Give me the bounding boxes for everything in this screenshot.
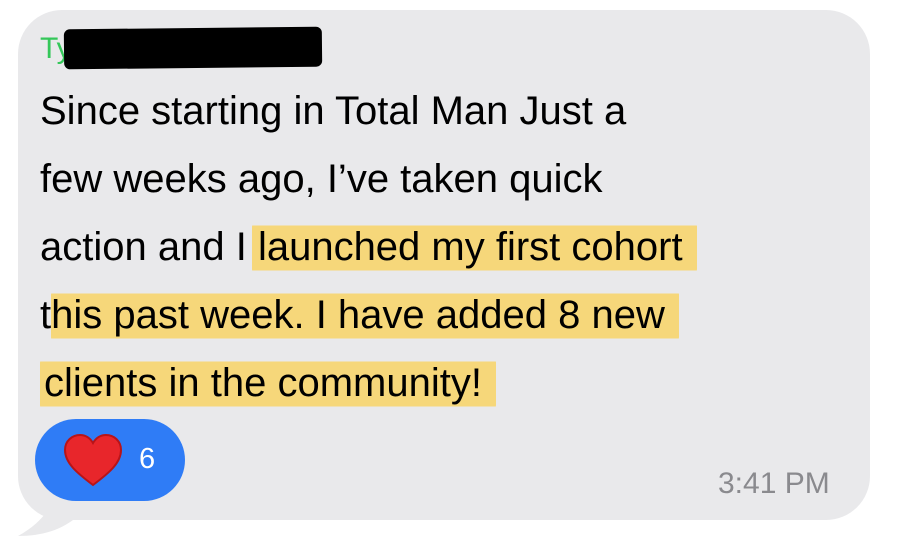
message-line: this past week. I have added 8 new — [40, 281, 860, 349]
line-text: few weeks ago, I’ve taken quick — [40, 157, 603, 201]
line-highlight: clients in the community! — [40, 357, 496, 411]
line-highlight: his past week. I have added 8 new — [51, 289, 679, 343]
redaction-bar — [63, 26, 322, 70]
reaction-button[interactable]: 6 — [35, 419, 185, 501]
line-text: action and I — [40, 225, 258, 269]
line-text: Since starting in Total Man Just a — [40, 89, 627, 133]
message-line: Since starting in Total Man Just a — [40, 77, 860, 145]
heart-icon — [63, 433, 123, 487]
message-line: action and I launched my first cohort — [40, 213, 860, 281]
message-line: few weeks ago, I’ve taken quick — [40, 145, 860, 213]
line-highlight: launched my first cohort — [251, 221, 697, 275]
line-text: t — [40, 293, 52, 337]
sender-name: Ty — [40, 26, 322, 70]
message-timestamp: 3:41 PM — [718, 467, 830, 500]
message-line: clients in the community! — [40, 349, 860, 417]
reaction-count: 6 — [139, 443, 156, 475]
message-text: Since starting in Total Man Just a few w… — [40, 77, 860, 417]
